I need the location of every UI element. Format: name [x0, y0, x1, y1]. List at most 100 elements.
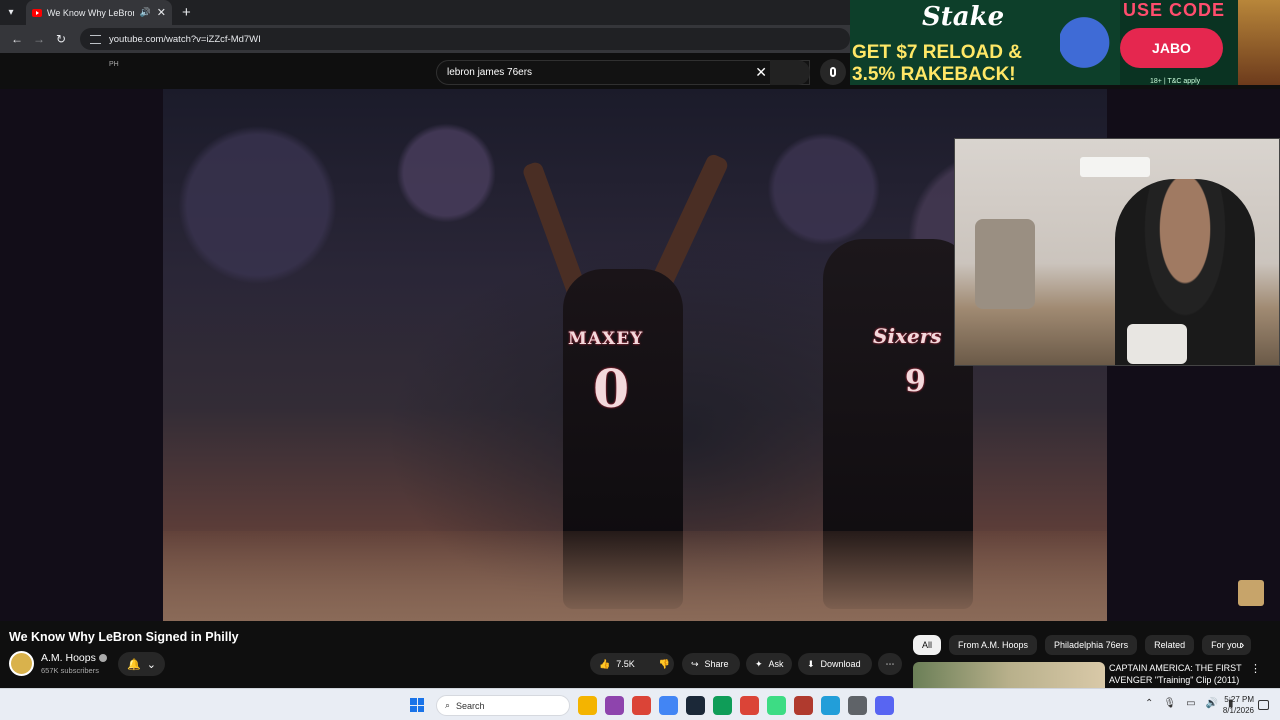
jersey-name-1: MAXEY [568, 329, 644, 349]
bell-icon: 🔔 [127, 658, 141, 671]
notification-icon[interactable] [1258, 700, 1269, 710]
video-info-area: We Know Why LeBron Signed in Philly A.M.… [0, 621, 1280, 689]
notifications-button[interactable]: 🔔 ⌄ [118, 652, 165, 676]
tab-title: We Know Why LeBron Signed in Philly [47, 7, 134, 18]
android-studio-icon[interactable] [767, 696, 786, 715]
ad-brand-logo: Stake [922, 2, 1005, 32]
voice-search-button[interactable] [820, 59, 846, 85]
taskbar-search-box[interactable]: ⌕ Search [436, 695, 570, 716]
chevron-up-icon[interactable]: ⌃ [1145, 698, 1153, 709]
browser-toolbar: ← → ↻ youtube.com/watch?v=iZZcf-Md7WI [0, 25, 850, 53]
copilot-icon[interactable] [605, 696, 624, 715]
search-query: lebron james 76ers [447, 67, 533, 78]
audio-playing-icon[interactable]: 🔊 [140, 7, 151, 18]
clock-date: 8/1/2026 [1222, 706, 1254, 715]
new-tab-button[interactable]: + [182, 4, 191, 21]
ad-mascot-graphic [1238, 0, 1280, 85]
like-button[interactable]: 👍 [599, 659, 610, 670]
more-actions-button[interactable]: ⋯ [878, 653, 902, 675]
microphone-icon [830, 67, 836, 77]
sparkle-icon: ✦ [755, 658, 763, 669]
stake-ad-banner: Stake GET $7 RELOAD & 3.5% RAKEBACK! USE… [850, 0, 1280, 85]
ad-use-code-label: USE CODE [1123, 0, 1226, 20]
taskbar-apps [578, 696, 894, 715]
recommendation-thumbnail[interactable] [913, 662, 1105, 689]
chevron-right-icon[interactable]: › [1240, 637, 1244, 652]
download-button[interactable]: ⬇ Download [798, 653, 872, 675]
chrome-third-icon[interactable] [740, 696, 759, 715]
youtube-favicon-icon [32, 8, 42, 17]
jersey-number-2: 9 [905, 364, 926, 399]
forward-arrow-icon[interactable]: → [28, 32, 50, 46]
search-icon: ⌕ [445, 700, 451, 710]
download-icon: ⬇ [807, 658, 815, 669]
file-explorer-icon[interactable] [578, 696, 597, 715]
chrome-profile-icon[interactable] [659, 696, 678, 715]
discord-icon[interactable] [875, 696, 894, 715]
clear-search-icon[interactable]: ✕ [755, 64, 767, 81]
share-button[interactable]: ↪ Share [682, 653, 740, 675]
ask-button[interactable]: ✦ Ask [746, 653, 792, 675]
ask-label: Ask [768, 659, 784, 669]
jersey-number-1: 0 [593, 359, 630, 420]
url-text: youtube.com/watch?v=iZZcf-Md7WI [109, 33, 261, 45]
windows-taskbar: ⌕ Search ⌃ 🎙 ▭ 🔊 ▮ 5:27 PM 8/1/2026 [0, 688, 1280, 720]
address-bar[interactable]: youtube.com/watch?v=iZZcf-Md7WI [80, 28, 850, 50]
share-label: Share [704, 659, 729, 669]
ad-ball-graphic [1060, 0, 1120, 85]
search-button[interactable] [770, 60, 810, 85]
share-icon: ↪ [691, 658, 699, 669]
recommendation-chips: All From A.M. Hoops Philadelphia 76ers R… [913, 635, 1251, 655]
taskbar-clock[interactable]: 5:27 PM 8/1/2026 [1218, 694, 1254, 716]
like-count[interactable]: 7.5K [616, 659, 635, 669]
cup [1127, 324, 1187, 364]
windows-start-icon[interactable] [410, 698, 424, 712]
youtube-header: PH lebron james 76ers ✕ [0, 53, 850, 89]
tab-close-icon[interactable]: ✕ [157, 6, 166, 19]
chip-related[interactable]: Related [1145, 635, 1195, 655]
steam-icon[interactable] [686, 696, 705, 715]
chip-philadelphia-76ers[interactable]: Philadelphia 76ers [1045, 635, 1138, 655]
telegram-icon[interactable] [821, 696, 840, 715]
air-conditioner [1080, 157, 1150, 177]
network-icon[interactable]: ▭ [1186, 698, 1195, 709]
ad-code-badge: JABO [1120, 28, 1223, 68]
chevron-down-icon: ⌄ [146, 658, 156, 671]
ad-headline: GET $7 RELOAD & 3.5% RAKEBACK! [852, 42, 1022, 85]
chrome-alt-icon[interactable] [713, 696, 732, 715]
court-floor [163, 531, 1107, 621]
screen: ▾ We Know Why LeBron Signed in Philly 🔊 … [0, 0, 1280, 720]
subscriber-count: 657K subscribers [41, 666, 99, 675]
clock-time: 5:27 PM [1224, 695, 1254, 704]
snipping-tool-icon[interactable] [848, 696, 867, 715]
jersey-name-2: Sixers [873, 324, 942, 348]
download-label: Download [820, 659, 861, 669]
search-input[interactable]: lebron james 76ers ✕ [436, 60, 810, 85]
dislike-button[interactable]: 👎 [659, 659, 670, 670]
channel-watermark-icon[interactable] [1238, 580, 1264, 606]
dota-icon[interactable] [794, 696, 813, 715]
channel-name-text: A.M. Hoops [41, 652, 96, 664]
recommendation-title[interactable]: CAPTAIN AMERICA: THE FIRST AVENGER "Trai… [1109, 662, 1244, 686]
chip-from-channel[interactable]: From A.M. Hoops [949, 635, 1038, 655]
site-info-icon[interactable] [90, 34, 101, 44]
back-arrow-icon[interactable]: ← [6, 32, 28, 46]
channel-name[interactable]: A.M. Hoops [41, 652, 107, 664]
volume-icon[interactable]: 🔊 [1206, 698, 1218, 709]
chip-all[interactable]: All [913, 635, 942, 655]
office-chair [975, 219, 1035, 309]
microphone-tray-icon[interactable]: 🎙 [1163, 698, 1176, 709]
ad-fine-print: 18+ | T&C apply [1150, 78, 1201, 85]
recommendation-menu-icon[interactable]: ⋮ [1250, 662, 1261, 675]
webcam-overlay [954, 138, 1280, 366]
tab-search-chevron-icon[interactable]: ▾ [0, 0, 22, 25]
taskbar-search-placeholder: Search [456, 700, 485, 711]
verified-icon [98, 654, 107, 662]
chrome-icon[interactable] [632, 696, 651, 715]
reload-icon[interactable]: ↻ [50, 32, 72, 46]
more-horizontal-icon: ⋯ [885, 658, 895, 669]
country-code: PH [109, 61, 119, 68]
like-dislike-group: 👍 7.5K 👎 [590, 653, 674, 675]
browser-tab-active[interactable]: We Know Why LeBron Signed in Philly 🔊 ✕ [26, 0, 172, 25]
channel-avatar[interactable] [9, 651, 34, 676]
